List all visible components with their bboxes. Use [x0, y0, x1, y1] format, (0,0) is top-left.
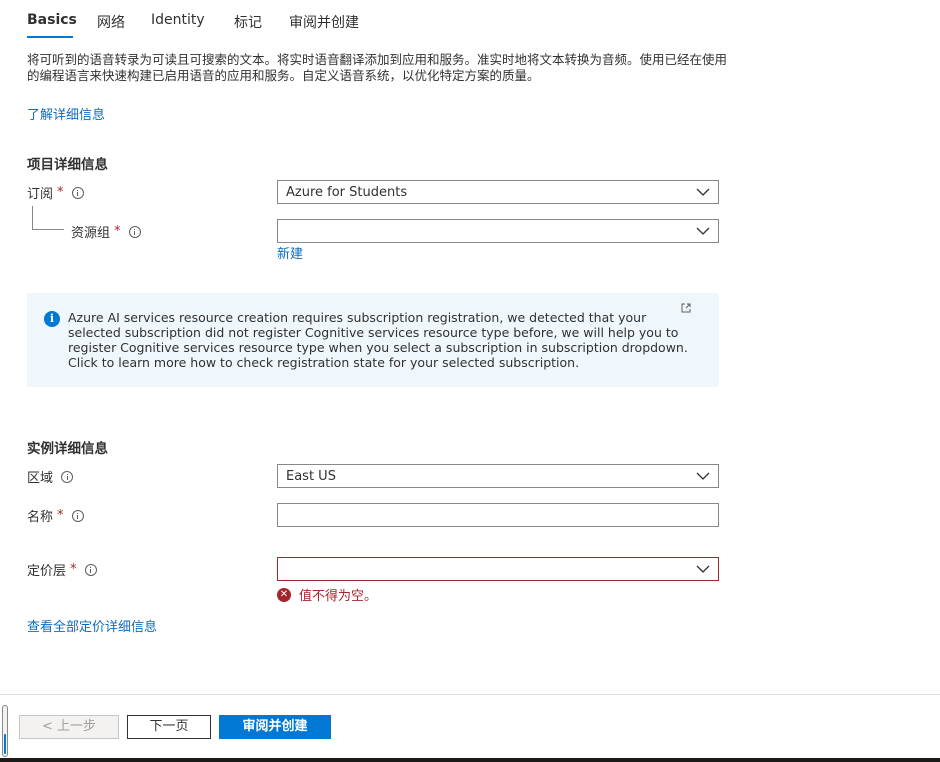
pricing-tier-dropdown[interactable]	[277, 557, 719, 581]
name-input[interactable]	[277, 503, 719, 527]
subscription-dropdown[interactable]: Azure for Students	[277, 180, 719, 204]
next-button[interactable]: 下一页	[127, 715, 211, 739]
window-bottom-edge	[0, 758, 940, 762]
review-create-button[interactable]: 审阅并创建	[219, 715, 331, 739]
pricing-tier-label: 定价层 *	[27, 560, 97, 579]
footer-divider	[0, 694, 940, 695]
info-circle-icon: i	[44, 311, 60, 327]
required-marker: *	[70, 562, 77, 577]
subscription-value: Azure for Students	[286, 185, 408, 200]
required-marker: *	[114, 224, 121, 239]
info-icon[interactable]	[71, 186, 84, 199]
learn-more-link[interactable]: 了解详细信息	[27, 104, 105, 123]
region-dropdown[interactable]: East US	[277, 464, 719, 488]
chevron-down-icon	[696, 188, 710, 196]
infobox-message[interactable]: Azure AI services resource creation requ…	[68, 310, 698, 370]
tree-connector	[32, 229, 64, 230]
previous-button[interactable]: < 上一步	[19, 715, 119, 739]
name-label: 名称 *	[27, 506, 84, 525]
external-link-icon[interactable]	[681, 303, 691, 313]
resource-group-label: 资源组 *	[71, 222, 141, 241]
error-circle-icon: ✕	[277, 587, 291, 602]
region-value: East US	[286, 469, 336, 484]
resource-group-label-text: 资源组	[71, 226, 111, 241]
tab-basics[interactable]: Basics	[27, 12, 77, 28]
info-icon[interactable]	[84, 563, 97, 576]
subscription-label: 订阅 *	[27, 183, 84, 202]
create-new-resource-group-link[interactable]: 新建	[277, 243, 303, 262]
active-tab-indicator	[27, 36, 73, 38]
info-icon[interactable]	[128, 225, 141, 238]
info-icon[interactable]	[71, 509, 84, 522]
chevron-down-icon	[696, 565, 710, 573]
resource-group-dropdown[interactable]	[277, 219, 719, 243]
chevron-down-icon	[696, 227, 710, 235]
view-pricing-details-link[interactable]: 查看全部定价详细信息	[27, 616, 157, 635]
tab-tags[interactable]: 标记	[234, 12, 262, 32]
region-label: 区域	[27, 467, 74, 486]
pricing-tier-error-text: 值不得为空。	[299, 589, 378, 604]
pricing-tier-label-text: 定价层	[27, 564, 67, 579]
pricing-tier-error: ✕ 值不得为空。	[277, 585, 377, 604]
project-details-heading: 项目详细信息	[27, 157, 108, 173]
chevron-down-icon	[696, 472, 710, 480]
service-description: 将可听到的语音转录为可读且可搜索的文本。将实时语音翻译添加到应用和服务。准实时地…	[27, 52, 728, 83]
required-marker: *	[57, 185, 64, 200]
subscription-label-text: 订阅	[27, 187, 54, 202]
region-label-text: 区域	[27, 471, 54, 486]
tab-networking[interactable]: 网络	[97, 12, 125, 32]
tab-review-create[interactable]: 审阅并创建	[289, 12, 359, 32]
info-icon[interactable]	[61, 470, 74, 483]
tab-identity[interactable]: Identity	[151, 12, 205, 28]
scrollbar[interactable]	[2, 705, 8, 757]
wizard-tabs: Basics 网络 Identity 标记 审阅并创建	[0, 0, 940, 44]
subscription-registration-infobox: i Azure AI services resource creation re…	[27, 293, 719, 387]
required-marker: *	[57, 508, 64, 523]
tree-connector	[32, 206, 33, 229]
name-label-text: 名称	[27, 510, 54, 525]
instance-details-heading: 实例详细信息	[27, 441, 108, 457]
